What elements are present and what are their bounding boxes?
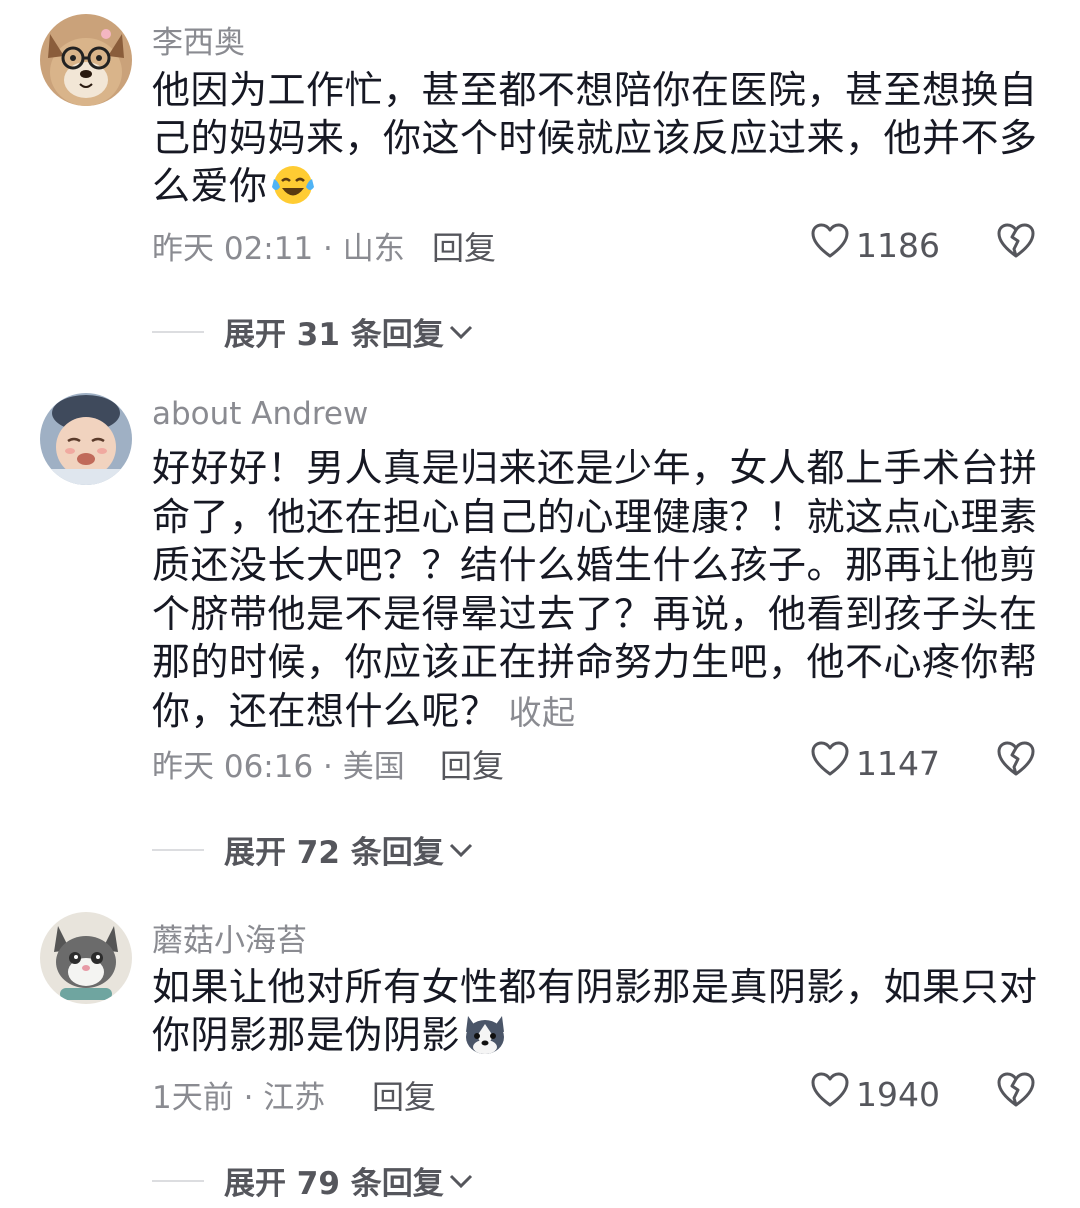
- broken-heart-icon: [996, 741, 1036, 782]
- comment-text: 如果让他对所有女性都有阴影那是真阴影，如果只对你阴影那是伪阴影: [152, 963, 1042, 1067]
- like-count: 1940: [856, 1074, 940, 1114]
- comment-time-location: 1天前 · 江苏: [152, 1080, 326, 1116]
- reply-button[interactable]: 回复: [440, 741, 504, 787]
- heart-icon: [810, 740, 856, 786]
- comment-text-body: 好好好！男人真是归来还是少年，女人都上手术台拼命了，他还在担心自己的心理健康？！…: [152, 446, 1038, 733]
- broken-heart-icon: [996, 223, 1036, 264]
- chevron-down-icon: [444, 832, 474, 868]
- like-button[interactable]: 1147: [810, 740, 940, 786]
- heart-icon: [810, 222, 856, 268]
- chevron-down-icon: [444, 1163, 474, 1199]
- comment-text-body: 如果让他对所有女性都有阴影那是真阴影，如果只对你阴影那是伪阴影: [152, 965, 1038, 1057]
- like-count: 1186: [856, 225, 940, 265]
- divider-line: [152, 848, 204, 851]
- divider-line: [152, 1179, 204, 1182]
- heart-icon: [810, 1071, 856, 1117]
- comment-username[interactable]: 李西奥: [152, 17, 245, 62]
- reply-button[interactable]: 回复: [372, 1072, 436, 1118]
- expand-replies-label: 展开 31 条回复: [224, 317, 444, 353]
- comment-time-location: 昨天 06:16 · 美国: [152, 749, 405, 785]
- expand-replies-button[interactable]: 展开 72 条回复: [152, 827, 474, 872]
- expand-replies-label: 展开 72 条回复: [224, 835, 444, 871]
- chevron-down-icon: [444, 314, 474, 350]
- collapse-button[interactable]: 收起: [509, 693, 576, 732]
- like-count: 1147: [856, 743, 940, 783]
- avatar[interactable]: [40, 912, 132, 1004]
- broken-heart-icon: [996, 1072, 1036, 1113]
- dislike-button[interactable]: [996, 740, 1036, 782]
- avatar[interactable]: [40, 14, 132, 106]
- expand-replies-label: 展开 79 条回复: [224, 1166, 444, 1202]
- comment-username[interactable]: about Andrew: [152, 396, 368, 432]
- comment-username[interactable]: 蘑菇小海苔: [152, 915, 307, 960]
- divider-line: [152, 330, 204, 333]
- like-button[interactable]: 1940: [810, 1071, 940, 1117]
- laughing-crying-emoji-icon: [270, 163, 316, 218]
- avatar[interactable]: [40, 393, 132, 485]
- expand-replies-button[interactable]: 展开 79 条回复: [152, 1158, 474, 1203]
- comment-text: 他因为工作忙，甚至都不想陪你在医院，甚至想换自己的妈妈来，你这个时候就应该反应过…: [152, 66, 1042, 218]
- reply-button[interactable]: 回复: [432, 223, 496, 269]
- husky-dog-emoji-icon: [462, 1012, 508, 1067]
- dislike-button[interactable]: [996, 1071, 1036, 1113]
- expand-replies-button[interactable]: 展开 31 条回复: [152, 309, 474, 354]
- dislike-button[interactable]: [996, 222, 1036, 264]
- like-button[interactable]: 1186: [810, 222, 940, 268]
- comment-time-location: 昨天 02:11 · 山东: [152, 231, 405, 267]
- comment-text: 好好好！男人真是归来还是少年，女人都上手术台拼命了，他还在担心自己的心理健康？！…: [152, 444, 1042, 737]
